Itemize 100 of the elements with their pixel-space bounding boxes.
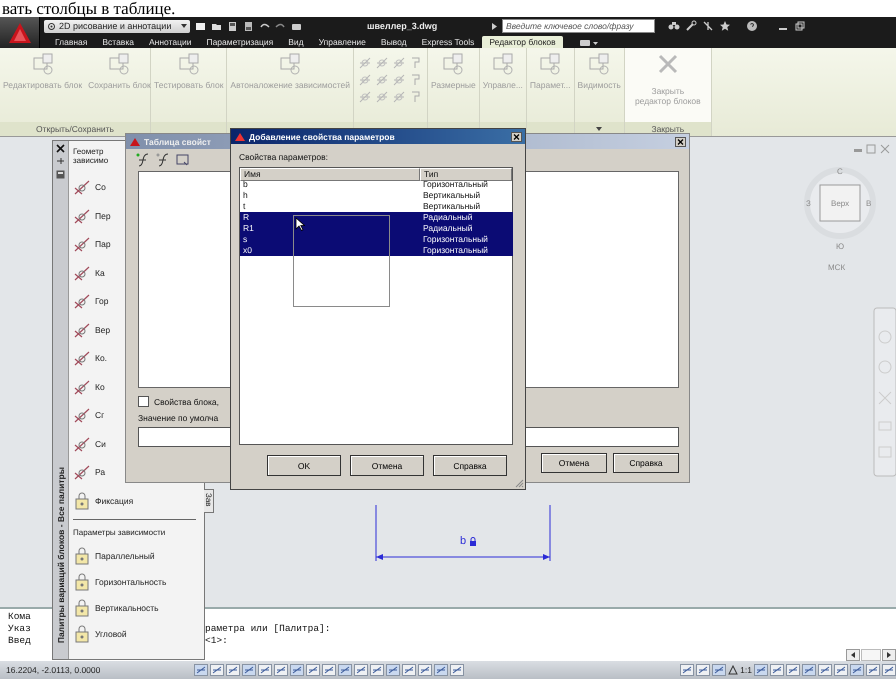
palette-tool[interactable]: Фиксация [73, 486, 134, 515]
close-icon[interactable] [511, 132, 522, 142]
function-icon[interactable] [156, 153, 170, 167]
scrollbar-thumb-icon[interactable] [861, 649, 881, 661]
workspace-dropdown[interactable]: 2D рисование и аннотации [44, 20, 190, 32]
new-file-icon[interactable] [195, 20, 206, 32]
palette-tool[interactable]: Ко [73, 372, 105, 401]
section-heading: Параметры зависимости [73, 527, 166, 539]
app-logo-icon[interactable] [6, 20, 32, 44]
palette-tool[interactable]: Угловой [73, 621, 127, 647]
restore-icon[interactable] [794, 20, 806, 32]
status-toggle-icon[interactable] [338, 664, 352, 676]
palette-tab[interactable]: Зав [204, 489, 214, 513]
palette-tool[interactable]: Вер [73, 316, 110, 344]
scroll-right-icon[interactable] [882, 649, 896, 661]
constraint-icon [73, 406, 91, 424]
ribbon-tab[interactable]: Вывод [374, 36, 414, 48]
annotation-scale-icon[interactable] [728, 665, 738, 675]
save-as-icon[interactable] [243, 20, 254, 32]
close-icon[interactable] [675, 136, 686, 146]
palette-tool[interactable]: Со [73, 173, 106, 202]
properties-icon[interactable] [56, 170, 65, 179]
palette-tool[interactable]: Горизонтальность [73, 569, 166, 595]
parameter-row[interactable]: R Радиальный [240, 212, 513, 223]
palette-tool[interactable]: Си [73, 430, 106, 458]
palette-tool[interactable]: Пер [73, 202, 111, 230]
status-toggle-icon[interactable] [696, 664, 710, 676]
status-toggle-icon[interactable] [306, 664, 320, 676]
ribbon-tab[interactable]: Параметризация [199, 36, 280, 48]
status-toggle-icon[interactable] [850, 664, 864, 676]
status-toggle-icon[interactable] [226, 664, 240, 676]
parameter-row[interactable]: t Вертикальный [240, 201, 513, 212]
status-toggle-icon[interactable] [834, 664, 848, 676]
palette-tool[interactable]: Пар [73, 230, 111, 258]
function-icon[interactable] [136, 153, 150, 167]
status-toggle-icon[interactable] [434, 664, 448, 676]
status-toggle-icon[interactable] [370, 664, 384, 676]
list-label: Свойства параметров: [238, 151, 329, 164]
status-toggle-icon[interactable] [802, 664, 816, 676]
status-toggle-icon[interactable] [210, 664, 224, 676]
ribbon-tab[interactable]: Express Tools [414, 36, 482, 48]
scroll-left-icon[interactable] [846, 649, 860, 661]
block-properties-checkbox[interactable]: Свойства блока, [138, 396, 219, 407]
ribbon-tab[interactable]: Вид [281, 36, 311, 48]
palette-tool[interactable]: Сг [73, 401, 104, 430]
save-icon[interactable] [227, 20, 238, 32]
parameter-row[interactable]: h Вертикальный [240, 190, 513, 201]
status-toggle-icon[interactable] [194, 664, 208, 676]
wrench-icon[interactable] [685, 20, 697, 32]
dialog-button[interactable]: Справка [613, 453, 679, 473]
status-toggle-icon[interactable] [786, 664, 800, 676]
status-toggle-icon[interactable] [354, 664, 368, 676]
parameter-row[interactable]: b Горизонтальный [240, 179, 513, 190]
ribbon-options-icon[interactable] [578, 38, 600, 48]
binoculars-icon[interactable] [668, 20, 680, 32]
status-toggle-icon[interactable] [866, 664, 880, 676]
ribbon-tab[interactable]: Аннотации [142, 36, 198, 48]
palette-tool[interactable]: Ко. [73, 344, 108, 372]
star-icon[interactable] [719, 20, 731, 32]
status-toggle-icon[interactable] [754, 664, 768, 676]
status-toggle-icon[interactable] [450, 664, 464, 676]
parameter-row[interactable]: x0 Горизонтальный [240, 245, 513, 256]
status-toggle-icon[interactable] [418, 664, 432, 676]
column-header[interactable]: Имя [240, 168, 420, 181]
dialog-button[interactable]: Отмена [541, 453, 607, 473]
ribbon-tab[interactable]: Редактор блоков [482, 36, 563, 48]
status-toggle-icon[interactable] [242, 664, 256, 676]
palette-tool[interactable]: Ра [73, 458, 106, 486]
palette-tool[interactable]: Ка [73, 258, 105, 287]
close-icon[interactable] [56, 144, 65, 153]
ribbon-tab[interactable]: Главная [48, 36, 94, 48]
column-header[interactable]: Тип [420, 168, 512, 181]
status-toggle-icon[interactable] [258, 664, 272, 676]
palette-tool[interactable]: Гор [73, 287, 108, 316]
status-toggle-icon[interactable] [290, 664, 304, 676]
status-toggle-icon[interactable] [402, 664, 416, 676]
status-toggle-icon[interactable] [818, 664, 832, 676]
dialog-button[interactable]: Отмена [350, 455, 424, 476]
status-toggle-icon[interactable] [680, 664, 694, 676]
resize-grip-icon[interactable] [514, 478, 524, 488]
ribbon-tab[interactable]: Вставка [95, 36, 141, 48]
palette-tool[interactable]: Параллельный [73, 543, 155, 569]
palette-tool[interactable]: Вертикальность [73, 595, 159, 621]
status-toggle-icon[interactable] [386, 664, 400, 676]
annotation-scale[interactable]: 1:1 [740, 665, 752, 675]
dialog-button[interactable]: Справка [433, 455, 507, 476]
parameter-row[interactable]: R1 Радиальный [240, 223, 513, 234]
ribbon-tab[interactable]: Управление [312, 36, 373, 48]
parameter-row[interactable]: s Горизонтальный [240, 234, 513, 245]
pin-icon[interactable] [56, 157, 65, 166]
status-toggle-icon[interactable] [274, 664, 288, 676]
status-toggle-icon[interactable] [770, 664, 784, 676]
help-icon[interactable] [746, 20, 758, 32]
status-toggle-icon[interactable] [322, 664, 336, 676]
search-field[interactable]: Введите ключевое слово/фразу [502, 19, 655, 33]
status-toggle-icon[interactable] [712, 664, 726, 676]
table-icon[interactable] [176, 153, 190, 167]
status-toggle-icon[interactable] [882, 664, 896, 676]
dialog-button[interactable]: OK [267, 455, 341, 476]
caret-icon[interactable] [596, 127, 602, 131]
